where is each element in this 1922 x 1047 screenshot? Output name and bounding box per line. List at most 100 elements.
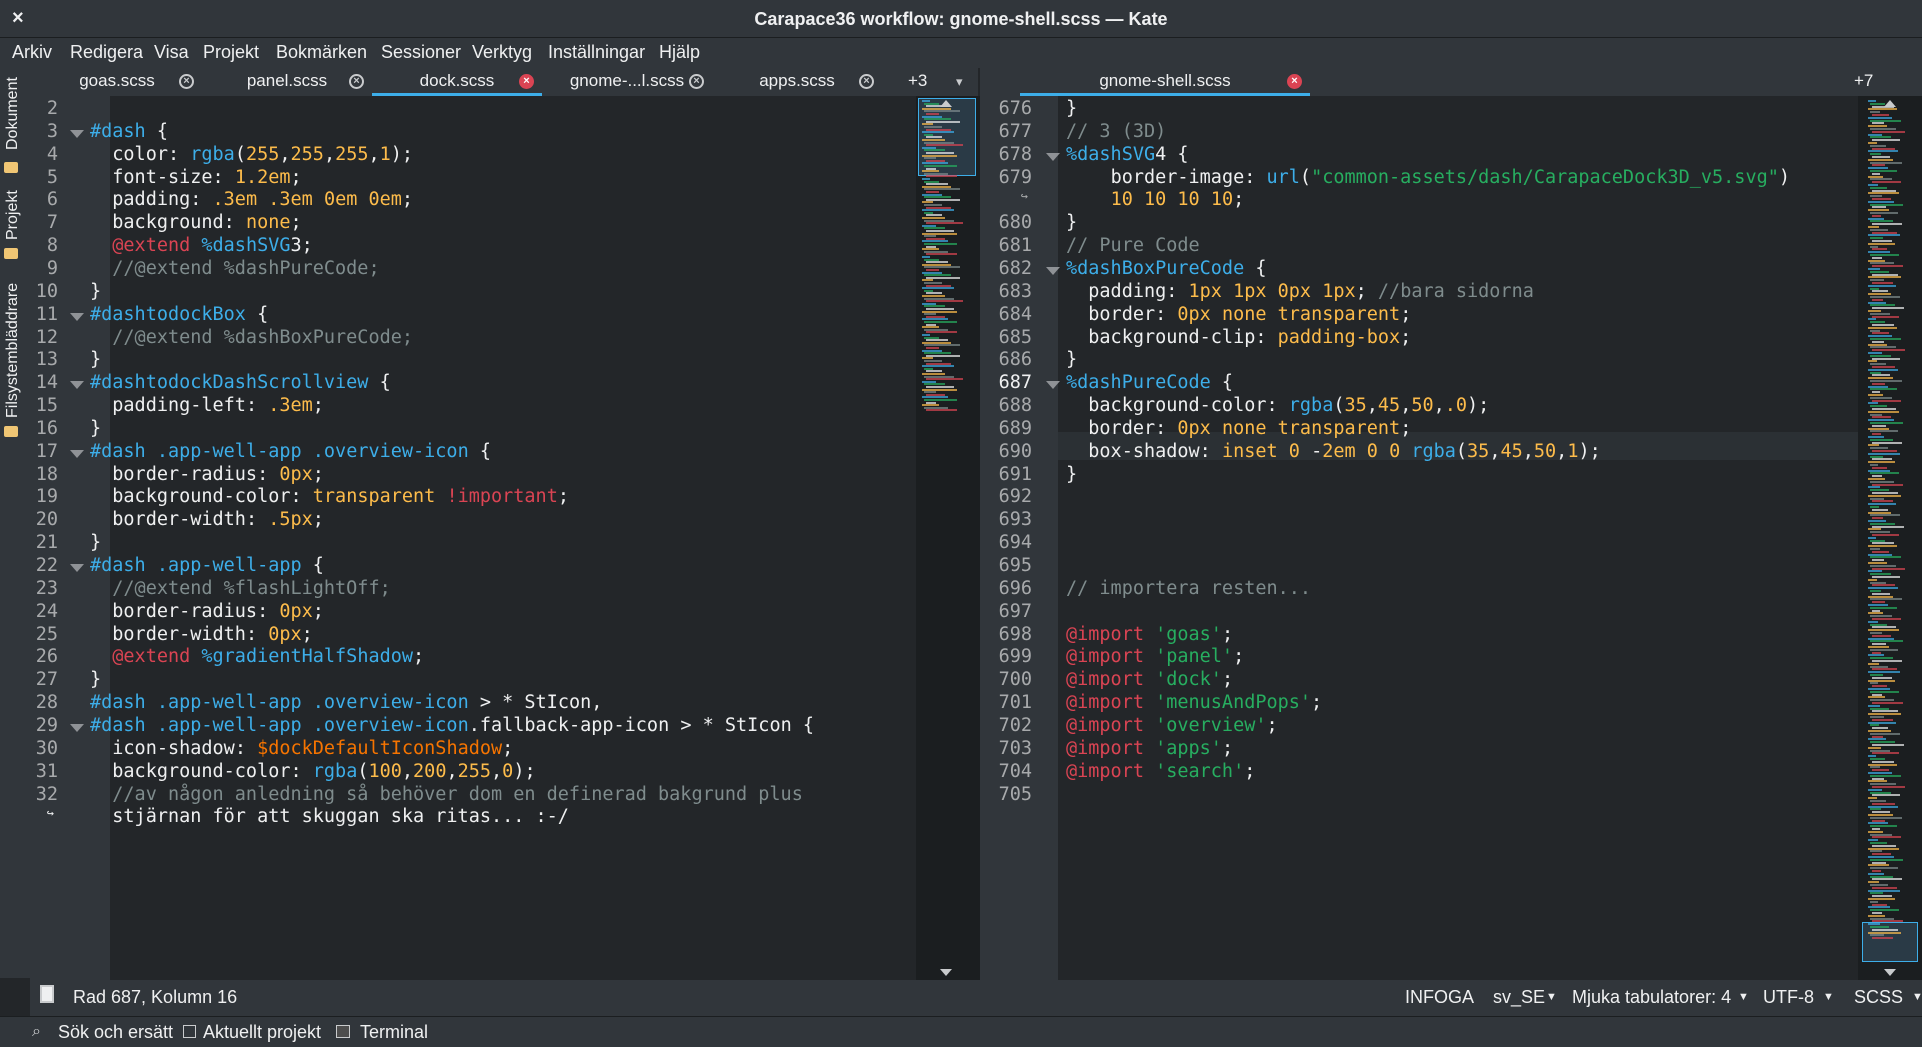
code-line[interactable]: } bbox=[90, 281, 101, 302]
scroll-down-icon[interactable] bbox=[1884, 969, 1896, 976]
code-line[interactable]: } bbox=[90, 669, 101, 690]
menu-visa[interactable]: Visa bbox=[154, 42, 189, 63]
tab-apps[interactable]: apps.scss × bbox=[712, 68, 882, 96]
code-line[interactable]: #dash .app-well-app .overview-icon > * S… bbox=[90, 692, 602, 713]
fold-icon[interactable] bbox=[70, 129, 84, 138]
code-line[interactable]: border: 0px none transparent; bbox=[1066, 418, 1411, 439]
code-line[interactable]: } bbox=[1066, 349, 1077, 370]
code-line[interactable]: font-size: 1.2em; bbox=[90, 167, 301, 188]
code-line[interactable]: @extend %gradientHalfShadow; bbox=[90, 646, 424, 667]
scroll-down-icon[interactable] bbox=[940, 969, 952, 976]
code-line[interactable]: icon-shadow: $dockDefaultIconShadow; bbox=[90, 738, 513, 759]
terminal-button[interactable]: Terminal bbox=[360, 1022, 428, 1043]
code-line[interactable]: //av någon anledning så behöver dom en d… bbox=[90, 784, 803, 805]
fold-icon[interactable] bbox=[1046, 266, 1060, 275]
code-line[interactable]: %dashPureCode { bbox=[1066, 372, 1233, 393]
code-line[interactable]: border-image: url("common-assets/dash/Ca… bbox=[1066, 167, 1790, 188]
code-line[interactable]: border-radius: 0px; bbox=[90, 601, 324, 622]
menu-bokmarken[interactable]: Bokmärken bbox=[276, 42, 367, 63]
code-line[interactable]: #dash .app-well-app .overview-icon.fallb… bbox=[90, 715, 814, 736]
menu-redigera[interactable]: Redigera bbox=[70, 42, 143, 63]
code-line[interactable]: stjärnan för att skuggan ska ritas... :-… bbox=[90, 806, 569, 827]
tab-panel[interactable]: panel.scss × bbox=[202, 68, 372, 96]
cursor-position[interactable]: Rad 687, Kolumn 16 bbox=[73, 987, 237, 1008]
fold-icon[interactable] bbox=[1046, 381, 1060, 390]
code-line[interactable]: @import 'overview'; bbox=[1066, 715, 1278, 736]
code-line[interactable]: @import 'dock'; bbox=[1066, 669, 1233, 690]
code-line[interactable]: //@extend %flashLightOff; bbox=[90, 578, 390, 599]
close-tab-icon[interactable]: × bbox=[689, 74, 704, 89]
more-tabs-button[interactable]: +3 bbox=[908, 71, 927, 91]
indentation-selector[interactable]: Mjuka tabulatorer: 4 bbox=[1572, 987, 1731, 1008]
left-minimap[interactable] bbox=[916, 96, 978, 980]
code-line[interactable]: // Pure Code bbox=[1066, 235, 1200, 256]
code-line[interactable]: color: rgba(255,255,255,1); bbox=[90, 144, 413, 165]
code-line[interactable]: background-color: transparent !important… bbox=[90, 486, 569, 507]
tab-gnome[interactable]: gnome-...l.scss × bbox=[542, 68, 712, 96]
code-line[interactable]: #dashtodockBox { bbox=[90, 304, 268, 325]
tab-gnome-shell[interactable]: gnome-shell.scss × bbox=[1020, 68, 1310, 96]
code-line[interactable]: border: 0px none transparent; bbox=[1066, 304, 1411, 325]
input-mode[interactable]: INFOGA bbox=[1405, 987, 1474, 1008]
code-line[interactable]: //@extend %dashBoxPureCode; bbox=[90, 327, 413, 348]
code-line[interactable]: %dashBoxPureCode { bbox=[1066, 258, 1267, 279]
code-line[interactable]: #dash { bbox=[90, 121, 168, 142]
code-line[interactable]: %dashSVG4 { bbox=[1066, 144, 1189, 165]
close-tab-icon[interactable]: × bbox=[179, 74, 194, 89]
menu-verktyg[interactable]: Verktyg bbox=[472, 42, 532, 63]
tab-dock[interactable]: dock.scss × bbox=[372, 68, 542, 96]
code-line[interactable]: @extend %dashSVG3; bbox=[90, 235, 313, 256]
left-editor[interactable]: 2 3 #dash {4 color: rgba(255,255,255,1); 5 … bbox=[30, 96, 916, 980]
fold-icon[interactable] bbox=[70, 381, 84, 390]
code-line[interactable]: #dashtodockDashScrollview { bbox=[90, 372, 391, 393]
sidebar-item-dokument[interactable]: Dokument bbox=[4, 77, 22, 150]
code-line[interactable]: } bbox=[90, 418, 101, 439]
sidebar-item-filsystem[interactable]: Filsystembläddrare bbox=[4, 283, 22, 418]
code-line[interactable]: padding: 1px 1px 0px 1px; //bara sidorna bbox=[1066, 281, 1534, 302]
scroll-up-icon[interactable] bbox=[1884, 100, 1896, 107]
code-line[interactable]: @import 'apps'; bbox=[1066, 738, 1233, 759]
code-line[interactable]: // importera resten... bbox=[1066, 578, 1311, 599]
menu-installningar[interactable]: Inställningar bbox=[548, 42, 645, 63]
code-line[interactable]: #dash .app-well-app { bbox=[90, 555, 324, 576]
language-selector[interactable]: sv_SE bbox=[1493, 987, 1545, 1008]
right-minimap[interactable] bbox=[1858, 96, 1922, 980]
fold-icon[interactable] bbox=[70, 564, 84, 572]
code-line[interactable]: @import 'goas'; bbox=[1066, 624, 1233, 645]
fold-icon[interactable] bbox=[1046, 152, 1060, 161]
more-tabs-button[interactable]: +7 bbox=[1854, 71, 1873, 91]
code-line[interactable]: 10 10 10 10; bbox=[1066, 189, 1245, 210]
code-line[interactable]: background-clip: padding-box; bbox=[1066, 327, 1411, 348]
code-line[interactable]: background-color: rgba(35,45,50,.0); bbox=[1066, 395, 1489, 416]
code-line[interactable]: } bbox=[90, 532, 101, 553]
modified-close-icon[interactable]: × bbox=[1287, 74, 1302, 89]
code-line[interactable]: //@extend %dashPureCode; bbox=[90, 258, 379, 279]
code-line[interactable]: } bbox=[1066, 98, 1077, 119]
fold-icon[interactable] bbox=[70, 312, 84, 321]
menu-arkiv[interactable]: Arkiv bbox=[12, 42, 52, 63]
menu-hjalp[interactable]: Hjälp bbox=[659, 42, 700, 63]
close-tab-icon[interactable]: × bbox=[349, 74, 364, 89]
fold-icon[interactable] bbox=[70, 449, 84, 458]
code-line[interactable]: } bbox=[1066, 464, 1077, 485]
menu-projekt[interactable]: Projekt bbox=[203, 42, 259, 63]
menu-sessioner[interactable]: Sessioner bbox=[381, 42, 461, 63]
code-line[interactable]: background: none; bbox=[90, 212, 301, 233]
syntax-selector[interactable]: SCSS bbox=[1854, 987, 1903, 1008]
tab-goas[interactable]: goas.scss × bbox=[32, 68, 202, 96]
fold-icon[interactable] bbox=[70, 723, 84, 732]
code-line[interactable]: border-radius: 0px; bbox=[90, 464, 324, 485]
code-line[interactable]: @import 'search'; bbox=[1066, 761, 1255, 782]
code-line[interactable]: } bbox=[90, 349, 101, 370]
sidebar-item-projekt[interactable]: Projekt bbox=[4, 190, 22, 240]
code-line[interactable]: background-color: rgba(100,200,255,0); bbox=[90, 761, 535, 782]
tab-menu-icon[interactable]: ▾ bbox=[956, 74, 963, 90]
code-line[interactable]: } bbox=[1066, 212, 1077, 233]
current-project-button[interactable]: Aktuellt projekt bbox=[203, 1022, 321, 1043]
code-line[interactable]: padding: .3em .3em 0em 0em; bbox=[90, 189, 413, 210]
code-line[interactable]: border-width: 0px; bbox=[90, 624, 313, 645]
code-line[interactable]: @import 'menusAndPops'; bbox=[1066, 692, 1322, 713]
code-line[interactable]: border-width: .5px; bbox=[90, 509, 324, 530]
right-editor[interactable]: 676} 677 // 3 (3D) 678 %dashSVG4 {679 border… bbox=[980, 96, 1858, 980]
search-replace-button[interactable]: Sök och ersätt bbox=[58, 1022, 173, 1043]
